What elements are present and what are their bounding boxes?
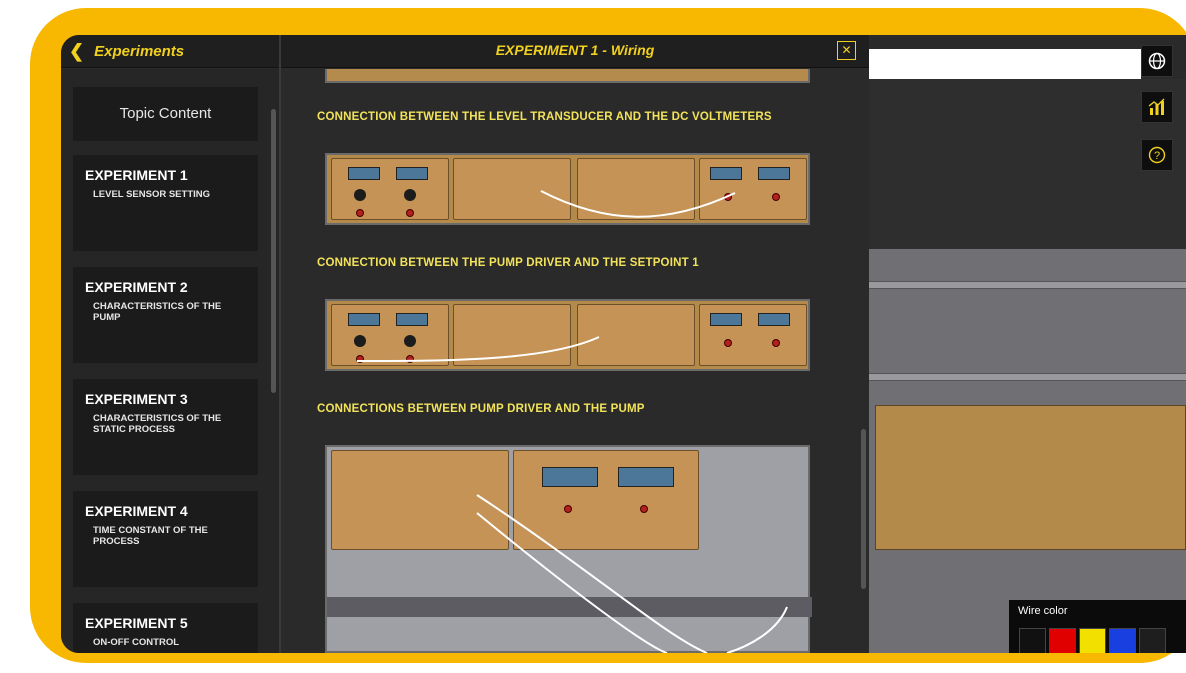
experiment-subtitle: CHARACTERISTICS OF THE STATIC PROCESS: [93, 413, 222, 435]
process-tank-panel: [875, 405, 1186, 550]
wire-path: [476, 494, 788, 653]
sidebar-item-experiment-4[interactable]: EXPERIMENT 4 TIME CONSTANT OF THE PROCES…: [73, 491, 258, 587]
wiring-content: CONNECTION BETWEEN THE LEVEL TRANSDUCER …: [281, 69, 869, 653]
app-screen: ❮ Experiments EXPERIMENT 1 - Wiring ✕ To…: [61, 35, 1186, 653]
experiment-subtitle: LEVEL SENSOR SETTING: [93, 189, 211, 200]
globe-button[interactable]: [1141, 45, 1173, 77]
page-title: EXPERIMENT 1 - Wiring: [495, 42, 655, 58]
close-button[interactable]: ✕: [837, 41, 856, 60]
back-label: Experiments: [94, 43, 185, 60]
scene-background: [869, 79, 1186, 249]
panel-rail: [869, 373, 1186, 381]
wire-path: [356, 336, 600, 362]
wire-color-black[interactable]: [1019, 628, 1046, 653]
wire-color-other[interactable]: [1139, 628, 1166, 653]
close-icon: ✕: [841, 43, 852, 57]
experiment-heading: EXPERIMENT 4: [85, 503, 188, 519]
experiment-heading: EXPERIMENT 2: [85, 279, 188, 295]
experiment-heading: EXPERIMENT 5: [85, 615, 188, 631]
wiring-diagram-1: [325, 153, 810, 225]
section-title: CONNECTIONS BETWEEN PUMP DRIVER AND THE …: [317, 403, 645, 415]
chart-icon: [1148, 98, 1165, 115]
sidebar-scrollbar[interactable]: [271, 109, 276, 393]
sidebar-item-experiment-3[interactable]: EXPERIMENT 3 CHARACTERISTICS OF THE STAT…: [73, 379, 258, 475]
experiment-subtitle: ON-OFF CONTROL: [93, 637, 180, 648]
wire-path: [540, 190, 736, 218]
back-button[interactable]: ❮ Experiments: [69, 41, 184, 62]
previous-diagram-strip: [325, 69, 810, 83]
sidebar-item-experiment-2[interactable]: EXPERIMENT 2 CHARACTERISTICS OF THE PUMP: [73, 267, 258, 363]
section-title: CONNECTION BETWEEN THE PUMP DRIVER AND T…: [317, 257, 699, 269]
wire-color-label: Wire color: [1018, 605, 1068, 617]
wire-color-yellow[interactable]: [1079, 628, 1106, 653]
globe-icon: [1148, 52, 1166, 70]
chart-button[interactable]: [1141, 91, 1173, 123]
experiment-subtitle: CHARACTERISTICS OF THE PUMP: [93, 301, 222, 323]
sidebar-item-experiment-5[interactable]: EXPERIMENT 5 ON-OFF CONTROL: [73, 603, 258, 653]
chevron-left-icon: ❮: [69, 41, 85, 61]
panel-rail: [869, 281, 1186, 289]
experiment-heading: EXPERIMENT 1: [85, 167, 188, 183]
help-icon: ?: [1148, 146, 1166, 164]
simulation-scene[interactable]: ? Wire color: [869, 35, 1186, 653]
help-button[interactable]: ?: [1141, 139, 1173, 171]
experiment-heading: EXPERIMENT 3: [85, 391, 188, 407]
wiring-diagram-3: [325, 445, 812, 653]
topic-content-header: Topic Content: [73, 87, 258, 141]
top-bar: ❮ Experiments EXPERIMENT 1 - Wiring ✕: [61, 35, 869, 68]
experiment-subtitle: TIME CONSTANT OF THE PROCESS: [93, 525, 208, 547]
scene-top-bar: [869, 49, 1141, 79]
wiring-diagram-2: [325, 299, 810, 371]
wire-color-palette: Wire color: [1009, 600, 1186, 653]
sidebar-item-experiment-1[interactable]: EXPERIMENT 1 LEVEL SENSOR SETTING: [73, 155, 258, 251]
wire-color-blue[interactable]: [1109, 628, 1136, 653]
section-title: CONNECTION BETWEEN THE LEVEL TRANSDUCER …: [317, 111, 772, 123]
svg-text:?: ?: [1154, 150, 1160, 162]
content-scrollbar[interactable]: [861, 429, 866, 589]
sidebar: Topic Content EXPERIMENT 1 LEVEL SENSOR …: [61, 69, 279, 653]
wire-color-red[interactable]: [1049, 628, 1076, 653]
